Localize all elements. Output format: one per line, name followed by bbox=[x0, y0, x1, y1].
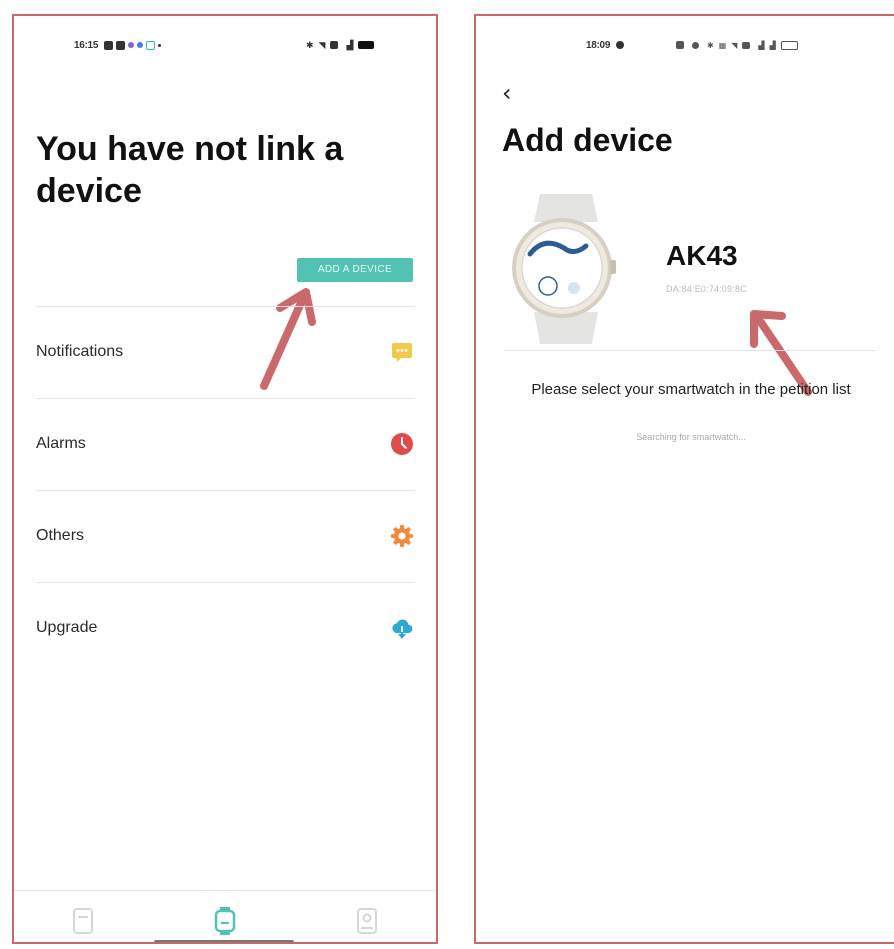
menu-item-others[interactable]: Others bbox=[36, 490, 414, 582]
wifi-icon: ◥ bbox=[731, 40, 738, 50]
right-phone-screen: 18:09 ✱ ▦ ◥ ▟ ▟ ‹ Add device AK43 DA:84:… bbox=[474, 14, 894, 944]
app-notification-icon bbox=[104, 40, 114, 50]
watch-tab-icon[interactable] bbox=[214, 907, 236, 935]
activity-tab-icon[interactable] bbox=[72, 907, 94, 935]
signal-icon: ▟ bbox=[346, 39, 354, 50]
more-notifications-icon bbox=[158, 43, 162, 47]
device-mac-address: DA:84:E0:74:09:8C bbox=[666, 284, 747, 294]
smartwatch-image bbox=[512, 194, 616, 344]
cloud-download-icon bbox=[392, 619, 413, 639]
menu-item-label: Upgrade bbox=[36, 619, 98, 636]
app-notification-icon bbox=[676, 41, 684, 49]
status-bar: 18:09 bbox=[586, 36, 627, 54]
menu-item-alarms[interactable]: Alarms bbox=[36, 398, 414, 490]
page-title: You have not link a device bbox=[36, 130, 344, 210]
menu-item-notifications[interactable]: Notifications bbox=[36, 306, 414, 398]
app-notification-icon bbox=[116, 40, 126, 50]
bluetooth-icon: ✱ bbox=[707, 40, 714, 50]
menu-item-upgrade[interactable]: Upgrade bbox=[36, 582, 414, 674]
message-icon bbox=[392, 343, 412, 362]
app-notification-icon bbox=[128, 42, 135, 48]
select-prompt: Please select your smartwatch in the pet… bbox=[531, 381, 851, 398]
clock-icon bbox=[391, 433, 413, 455]
device-name: AK43 bbox=[666, 240, 738, 271]
gear-icon bbox=[391, 525, 413, 547]
add-device-button[interactable]: ADD A DEVICE bbox=[297, 258, 413, 282]
search-status: Searching for smartwatch... bbox=[636, 432, 746, 442]
wifi-icon: ◥ bbox=[318, 39, 326, 50]
sim-icon bbox=[742, 41, 751, 49]
profile-tab-icon[interactable] bbox=[356, 907, 378, 935]
divider bbox=[504, 350, 876, 351]
home-indicator[interactable] bbox=[154, 940, 294, 942]
signal-icon: ▟ bbox=[758, 40, 765, 50]
page-title: Add device bbox=[502, 122, 673, 158]
back-button[interactable]: ‹ bbox=[502, 78, 532, 108]
sim-icon bbox=[330, 41, 339, 49]
bluetooth-icon: ✱ bbox=[306, 39, 314, 50]
status-time: 16:15 bbox=[74, 39, 99, 51]
menu-item-label: Alarms bbox=[36, 435, 86, 452]
app-notification-icon bbox=[137, 42, 144, 48]
app-notification-icon bbox=[146, 40, 156, 50]
menu-item-label: Notifications bbox=[36, 343, 124, 360]
left-phone-screen: 16:15 ✱ ◥ ▟ You have not link a device A… bbox=[12, 14, 438, 944]
battery-icon bbox=[358, 41, 375, 49]
status-bar: 16:15 bbox=[74, 36, 164, 54]
system-status-icons: ✱ ◥ ▟ bbox=[306, 36, 375, 54]
battery-icon bbox=[780, 40, 798, 50]
bottom-navigation bbox=[14, 890, 436, 942]
app-notification-icon bbox=[616, 41, 625, 49]
app-notification-icon bbox=[692, 41, 699, 49]
status-time: 18:09 bbox=[586, 39, 611, 51]
menu-item-label: Others bbox=[36, 527, 85, 544]
signal-icon: ▟ bbox=[769, 40, 776, 50]
speed-icon: ▦ bbox=[718, 40, 727, 50]
system-status-icons: ✱ ▦ ◥ ▟ ▟ bbox=[676, 36, 798, 54]
